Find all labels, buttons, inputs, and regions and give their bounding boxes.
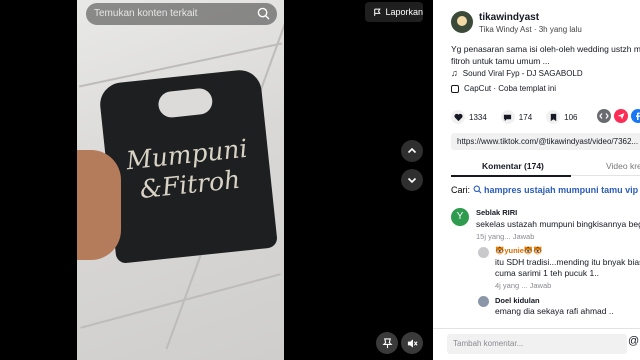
comment-input[interactable]: Tambah komentar... xyxy=(447,334,627,354)
mute-button[interactable] xyxy=(401,332,423,354)
save-count: 106 xyxy=(564,112,578,122)
search-input[interactable]: Temukan konten terkait xyxy=(94,8,197,19)
author-subtitle: Tika Windy Ast · 3h yang lalu xyxy=(479,25,582,34)
bag-handle-hole xyxy=(157,87,214,119)
search-bar[interactable]: Temukan konten terkait xyxy=(86,3,277,25)
bookmark-icon xyxy=(550,113,556,121)
comment-text-line2: cuma sarimi 1 teh pucuk 1.. xyxy=(495,268,599,278)
hand xyxy=(77,150,121,260)
like-button[interactable] xyxy=(451,110,465,124)
save-button[interactable] xyxy=(546,110,561,124)
video-url-field[interactable]: https://www.tiktok.com/@tikawindyast/vid… xyxy=(451,133,640,150)
report-label: Laporkan xyxy=(385,7,423,17)
comment-meta[interactable]: 4j yang ... Jawab xyxy=(495,281,551,290)
video-frame[interactable]: Mumpuni &Fitroh xyxy=(77,0,284,360)
like-count: 1334 xyxy=(469,112,487,122)
send-icon xyxy=(617,113,625,120)
floating-player-button[interactable] xyxy=(376,332,398,354)
tote-bag: Mumpuni &Fitroh xyxy=(98,68,278,264)
video-description: Yg penasaran sama isi oleh-oleh wedding … xyxy=(451,44,640,66)
tab-creator-videos[interactable]: Video kre xyxy=(606,161,640,171)
music-note-icon: ♫ xyxy=(451,68,458,78)
search-icon xyxy=(473,185,482,194)
chevron-up-icon xyxy=(407,147,417,154)
engagement-row: 1334 174 106 xyxy=(451,110,578,124)
capcut-icon xyxy=(451,84,459,93)
search-suggestion-prefix: Cari: xyxy=(451,185,471,195)
speaker-muted-icon xyxy=(407,338,418,348)
send-button[interactable] xyxy=(614,109,628,123)
commenter-avatar[interactable] xyxy=(478,296,489,307)
floor-tile-line xyxy=(80,273,281,329)
author-username[interactable]: tikawindyast xyxy=(479,12,539,23)
video-stage: Mumpuni &Fitroh Temukan konten terkait L… xyxy=(0,0,433,360)
tab-bar: Komentar (174) Video kre xyxy=(451,156,640,177)
capcut-label[interactable]: CapCut · Coba templat ini xyxy=(464,84,556,93)
commenter-name[interactable]: Doel kidulan xyxy=(495,296,540,305)
commenter-avatar[interactable] xyxy=(478,247,489,258)
code-icon xyxy=(599,113,609,119)
next-video-button[interactable] xyxy=(401,169,423,191)
facebook-icon xyxy=(636,112,640,120)
music-row[interactable]: ♫ Sound Viral Fyp - DJ SAGABOLD xyxy=(451,68,583,78)
search-suggestion-query[interactable]: hampres ustajah mumpuni tamu vip xyxy=(484,185,638,195)
embed-button[interactable] xyxy=(597,109,611,123)
comment-composer: Tambah komentar... @ xyxy=(433,328,640,360)
flag-icon xyxy=(374,8,381,16)
tab-comments[interactable]: Komentar (174) xyxy=(482,161,544,171)
chevron-down-icon xyxy=(407,177,417,184)
comment-button[interactable] xyxy=(500,110,515,124)
active-tab-indicator xyxy=(451,175,571,177)
music-title[interactable]: Sound Viral Fyp - DJ SAGABOLD xyxy=(463,69,583,78)
search-suggestion[interactable]: Cari: hampres ustajah mumpuni tamu vip xyxy=(451,185,638,195)
comment-bubble-icon xyxy=(504,114,512,121)
facebook-share-button[interactable] xyxy=(631,109,640,123)
comment-text-line1: itu SDH tradisi...mending itu bnyak bias xyxy=(495,257,640,267)
mention-icon[interactable]: @ xyxy=(628,335,639,347)
commenter-avatar[interactable]: Y xyxy=(451,208,469,226)
commenter-name[interactable]: Seblak RIRI xyxy=(476,208,517,217)
heart-icon xyxy=(453,113,463,121)
commenter-name[interactable]: 🐯yunie🐯🐯 xyxy=(495,246,543,255)
previous-video-button[interactable] xyxy=(401,140,423,162)
comment-text: sekelas ustazah mumpuni bingkisannya beg xyxy=(476,219,640,229)
capcut-row[interactable]: CapCut · Coba templat ini xyxy=(451,84,556,93)
comment-text: emang dia sekaya rafi ahmad .. xyxy=(495,306,614,316)
comment-count: 174 xyxy=(518,112,533,122)
details-panel: tikawindyast Tika Windy Ast · 3h yang la… xyxy=(433,0,640,360)
comment-meta[interactable]: 15j yang... Jawab xyxy=(476,232,534,241)
pin-icon xyxy=(382,337,392,348)
search-icon[interactable] xyxy=(257,7,270,20)
author-avatar[interactable] xyxy=(451,11,473,33)
report-button[interactable]: Laporkan xyxy=(365,2,423,22)
